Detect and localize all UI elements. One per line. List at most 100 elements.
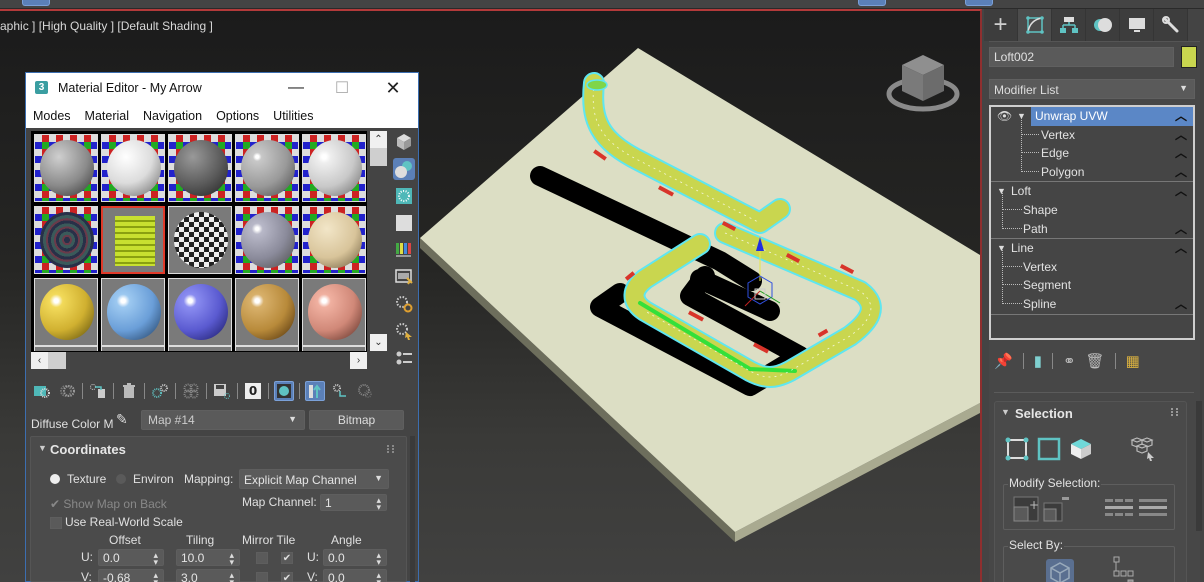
spinner-arrows-icon[interactable]: ▴ ▾ bbox=[376, 571, 381, 582]
scroll-left-button[interactable]: ‹ bbox=[31, 352, 48, 369]
slots-horizontal-scrollbar[interactable]: ‹ › bbox=[31, 352, 369, 369]
material-slot[interactable] bbox=[101, 206, 165, 274]
material-slot[interactable] bbox=[168, 278, 232, 346]
map-channel-spinner[interactable]: 1 ▴ ▾ bbox=[320, 494, 387, 512]
vertex-mode-icon[interactable] bbox=[1005, 437, 1029, 461]
put-to-library-icon[interactable] bbox=[181, 381, 201, 401]
go-forward-to-sibling-icon[interactable] bbox=[355, 381, 375, 401]
command-panel-scrollbar[interactable] bbox=[1196, 401, 1202, 531]
show-shaded-in-viewport-icon[interactable] bbox=[274, 381, 294, 401]
spinner-arrows-icon[interactable]: ▴ ▾ bbox=[153, 551, 158, 567]
collapse-arrow-icon[interactable]: ▼ bbox=[38, 443, 47, 453]
material-slot[interactable] bbox=[34, 206, 98, 274]
modify-tab[interactable] bbox=[1018, 9, 1052, 41]
select-element-icon[interactable] bbox=[1129, 435, 1157, 463]
assign-to-selection-icon[interactable] bbox=[88, 381, 108, 401]
selection-rollout-title[interactable]: Selection bbox=[1015, 406, 1073, 421]
environ-radio[interactable] bbox=[116, 474, 126, 484]
maximize-button[interactable]: ☐ bbox=[319, 73, 365, 103]
slots-vertical-scrollbar[interactable]: ⌃ ⌄ bbox=[370, 131, 387, 353]
menu-utilities[interactable]: Utilities bbox=[273, 109, 313, 123]
edge-mode-icon[interactable] bbox=[1037, 437, 1061, 461]
show-end-result-icon[interactable] bbox=[305, 381, 325, 401]
material-options-icon[interactable] bbox=[393, 293, 415, 315]
configure-modifier-sets-icon[interactable]: ▦ bbox=[1126, 352, 1140, 370]
material-slot[interactable] bbox=[302, 206, 366, 274]
angle-spinner[interactable]: 0.0 ▴ ▾ bbox=[323, 549, 387, 567]
put-to-scene-icon[interactable] bbox=[57, 381, 77, 401]
material-slot[interactable] bbox=[235, 206, 299, 274]
spinner-arrows-icon[interactable]: ▴ ▾ bbox=[376, 496, 381, 512]
viewcube[interactable] bbox=[882, 47, 964, 117]
coordinates-rollout-title[interactable]: Coordinates bbox=[50, 442, 126, 457]
scroll-right-button[interactable]: › bbox=[350, 352, 367, 369]
use-real-world-scale-label[interactable]: Use Real-World Scale bbox=[65, 515, 183, 529]
tiling-spinner[interactable]: 10.0 ▴ ▾ bbox=[176, 549, 240, 567]
toolbar-button-active[interactable] bbox=[858, 0, 886, 6]
sample-uv-tiling-icon[interactable] bbox=[393, 212, 415, 234]
mapping-dropdown[interactable]: Explicit Map Channel ▼ bbox=[239, 469, 389, 489]
subobject-toggle-icon[interactable]: ︿ bbox=[1175, 220, 1187, 238]
polygon-mode-icon[interactable] bbox=[1069, 437, 1093, 461]
offset-spinner[interactable]: 0.0 ▴ ▾ bbox=[98, 549, 164, 567]
offset-spinner[interactable]: -0.68 ▴ ▾ bbox=[98, 569, 164, 582]
spinner-arrows-icon[interactable]: ▴ ▾ bbox=[153, 571, 158, 582]
tiling-spinner[interactable]: 3.0 ▴ ▾ bbox=[176, 569, 240, 582]
subobject-level-item[interactable]: Path ︿ bbox=[991, 211, 1193, 239]
object-color-swatch[interactable] bbox=[1181, 46, 1197, 68]
remove-modifier-icon[interactable]: 🗑 bbox=[1086, 352, 1105, 370]
show-end-result-icon[interactable]: ▮ bbox=[1034, 352, 1042, 370]
go-to-parent-icon[interactable] bbox=[330, 381, 350, 401]
ring-selection-icon[interactable] bbox=[1104, 497, 1134, 519]
object-name-field[interactable]: Loft002 bbox=[989, 47, 1174, 67]
menu-options[interactable]: Options bbox=[216, 109, 259, 123]
subobject-toggle-icon[interactable]: ︿ bbox=[1175, 295, 1187, 313]
select-by-element-button[interactable] bbox=[1046, 559, 1074, 582]
menu-navigation[interactable]: Navigation bbox=[143, 109, 202, 123]
material-slot[interactable] bbox=[235, 134, 299, 202]
subobject-level-item[interactable]: Spline ︿ bbox=[991, 286, 1193, 314]
pin-stack-icon[interactable]: 📌 bbox=[994, 352, 1013, 370]
scroll-thumb[interactable] bbox=[370, 148, 387, 166]
material-slot[interactable] bbox=[34, 278, 98, 346]
collapse-arrow-icon[interactable]: ▼ bbox=[1001, 407, 1010, 417]
grow-selection-icon[interactable]: + bbox=[1012, 495, 1040, 523]
angle-spinner[interactable]: 0.0 ▴ ▾ bbox=[323, 569, 387, 582]
map-type-button[interactable]: Bitmap bbox=[309, 410, 404, 430]
material-slot-partial[interactable] bbox=[34, 346, 98, 351]
material-slot-partial[interactable] bbox=[235, 346, 299, 351]
tile-checkbox[interactable]: ✔ bbox=[281, 552, 293, 564]
environ-radio-label[interactable]: Environ bbox=[133, 472, 174, 486]
subobject-toggle-icon[interactable]: ︿ bbox=[1175, 126, 1187, 144]
spinner-arrows-icon[interactable]: ▴ ▾ bbox=[376, 551, 381, 567]
select-by-hierarchy-icon[interactable] bbox=[1112, 555, 1136, 582]
display-tab[interactable] bbox=[1120, 9, 1154, 41]
scroll-up-button[interactable]: ⌃ bbox=[370, 131, 387, 148]
material-editor-titlebar[interactable]: 3 Material Editor - My Arrow — ☐ ✕ bbox=[26, 73, 418, 103]
texture-radio[interactable] bbox=[50, 474, 60, 484]
material-slot[interactable] bbox=[101, 134, 165, 202]
utilities-tab[interactable] bbox=[1154, 9, 1188, 41]
subobject-toggle-icon[interactable]: ︿ bbox=[1175, 107, 1187, 125]
motion-tab[interactable] bbox=[1086, 9, 1120, 41]
material-slot[interactable] bbox=[101, 278, 165, 346]
scroll-down-button[interactable]: ⌄ bbox=[370, 334, 387, 351]
material-map-navigator-icon[interactable] bbox=[393, 347, 415, 369]
subobject-toggle-icon[interactable]: ︿ bbox=[1175, 182, 1187, 200]
modifier-stack[interactable]: 👁 ▼ Unwrap UVW ︿ Vertex ︿ Edge ︿ Polygon ︿ ▼ Loft ︿ S… bbox=[989, 105, 1195, 340]
eye-icon[interactable]: 👁 bbox=[997, 107, 1012, 125]
subobject-toggle-icon[interactable]: ︿ bbox=[1175, 239, 1187, 257]
material-slot[interactable] bbox=[34, 134, 98, 202]
material-editor-scrollbar[interactable] bbox=[410, 436, 415, 582]
video-color-check-icon[interactable] bbox=[393, 239, 415, 261]
menu-material[interactable]: Material bbox=[85, 109, 129, 123]
material-slot[interactable] bbox=[302, 134, 366, 202]
shrink-selection-icon[interactable] bbox=[1042, 495, 1070, 523]
material-slot[interactable] bbox=[235, 278, 299, 346]
material-slot-partial[interactable] bbox=[302, 346, 366, 351]
spinner-arrows-icon[interactable]: ▴ ▾ bbox=[229, 551, 234, 567]
subobject-toggle-icon[interactable]: ︿ bbox=[1175, 163, 1187, 181]
material-slot-partial[interactable] bbox=[168, 346, 232, 351]
mirror-checkbox[interactable] bbox=[256, 572, 268, 582]
hierarchy-tab[interactable] bbox=[1052, 9, 1086, 41]
